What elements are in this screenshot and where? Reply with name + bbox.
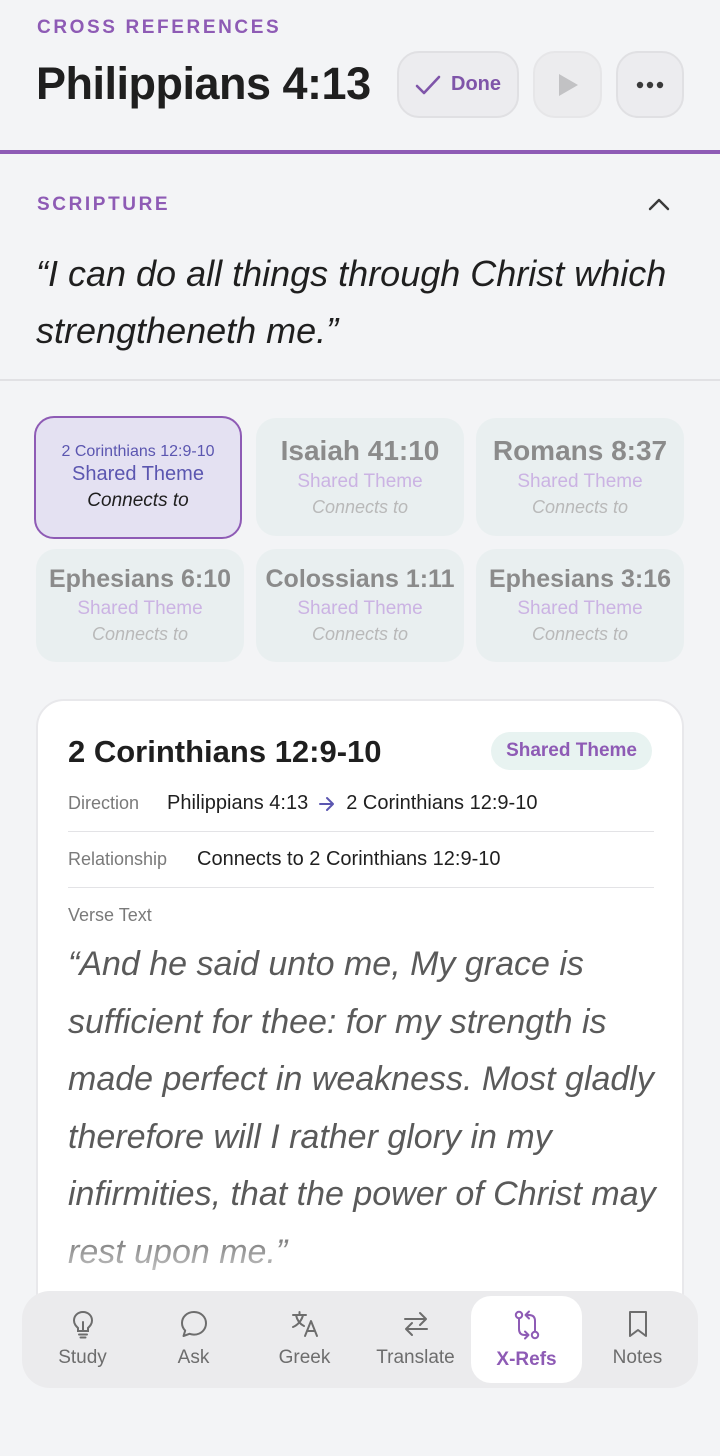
- reference-tile-ephesians-3[interactable]: Ephesians 3:16 Shared Theme Connects to: [476, 549, 684, 662]
- play-icon: [558, 73, 578, 96]
- direction-label: Direction: [68, 793, 140, 813]
- reference-tile-isaiah[interactable]: Isaiah 41:10 Shared Theme Connects to: [256, 418, 464, 536]
- row-divider: [68, 887, 654, 888]
- relationship-label: Relationship: [68, 849, 168, 869]
- reference-theme: Shared Theme: [297, 598, 423, 619]
- arrow-right-icon: [319, 796, 335, 811]
- reference-tile-ephesians-6[interactable]: Ephesians 6:10 Shared Theme Connects to: [36, 549, 244, 662]
- reference-title: 2 Corinthians 12:9-10: [61, 443, 215, 460]
- tab-ask[interactable]: Ask: [138, 1296, 249, 1383]
- tab-label: Notes: [612, 1347, 663, 1368]
- reference-theme: Shared Theme: [517, 598, 643, 619]
- done-button[interactable]: Done: [397, 51, 519, 118]
- screen-eyebrow: CROSS REFERENCES: [37, 17, 282, 38]
- reference-theme: Shared Theme: [517, 471, 643, 492]
- direction-value: Philippians 4:13 2 Corinthians 12:9-10: [167, 792, 537, 815]
- reference-theme: Shared Theme: [72, 463, 204, 485]
- tab-notes[interactable]: Notes: [582, 1296, 693, 1383]
- reference-theme: Shared Theme: [77, 598, 203, 619]
- reference-title: Ephesians 6:10: [48, 565, 232, 593]
- scripture-label: SCRIPTURE: [37, 194, 171, 215]
- reference-relation: Connects to: [311, 624, 409, 644]
- reference-relation: Connects to: [87, 490, 189, 511]
- checkmark-icon: [415, 75, 441, 94]
- more-options-button[interactable]: [616, 51, 684, 118]
- tab-label: Study: [58, 1347, 107, 1368]
- relationship-value: Connects to 2 Corinthians 12:9-10: [197, 848, 501, 870]
- cross-reference-icon: [514, 1310, 539, 1340]
- lightbulb-icon: [72, 1310, 93, 1339]
- header: CROSS REFERENCES Philippians 4:13 Done: [0, 0, 720, 155]
- chat-bubble-icon: [180, 1311, 207, 1337]
- row-divider: [68, 831, 654, 832]
- translate-icon: [291, 1311, 318, 1337]
- reference-theme: Shared Theme: [297, 471, 423, 492]
- reference-detail-card: 2 Corinthians 12:9-10 Shared Theme Direc…: [36, 699, 684, 1379]
- scripture-quote: “I can do all things through Christ whic…: [36, 253, 667, 351]
- header-accent-divider: [0, 150, 720, 154]
- reference-tile-romans[interactable]: Romans 8:37 Shared Theme Connects to: [476, 418, 684, 536]
- bookmark-icon: [628, 1311, 647, 1337]
- reference-tile-2-corinthians[interactable]: 2 Corinthians 12:9-10 Shared Theme Conne…: [34, 416, 242, 539]
- cross-references-screen: CROSS REFERENCES Philippians 4:13 Done S…: [0, 0, 720, 1456]
- reference-relation: Connects to: [311, 497, 409, 517]
- bottom-tab-bar: Study Ask Greek Translate X-Refs Notes: [22, 1291, 698, 1388]
- reference-relation: Connects to: [531, 624, 629, 644]
- tab-x-refs[interactable]: X-Refs: [471, 1296, 582, 1383]
- tab-label: Greek: [278, 1347, 331, 1368]
- play-button[interactable]: [533, 51, 602, 118]
- section-divider: [0, 379, 720, 381]
- tab-translate[interactable]: Translate: [360, 1296, 471, 1383]
- detail-title: 2 Corinthians 12:9-10: [68, 734, 382, 769]
- direction-from: Philippians 4:13: [167, 792, 309, 814]
- tab-study[interactable]: Study: [27, 1296, 138, 1383]
- ellipsis-icon: [636, 81, 664, 88]
- tab-label: X-Refs: [496, 1349, 557, 1370]
- swap-arrows-icon: [403, 1312, 428, 1336]
- reference-title: Isaiah 41:10: [280, 435, 440, 466]
- tab-label: Ask: [177, 1347, 210, 1368]
- page-title: Philippians 4:13: [36, 58, 371, 109]
- verse-text-label: Verse Text: [68, 905, 152, 925]
- reference-title: Ephesians 3:16: [488, 565, 672, 593]
- reference-relation: Connects to: [531, 497, 629, 517]
- tab-label: Translate: [376, 1347, 455, 1368]
- theme-badge: Shared Theme: [491, 732, 652, 770]
- reference-relation: Connects to: [91, 624, 189, 644]
- chevron-up-icon[interactable]: [645, 193, 673, 215]
- reference-title: Colossians 1:11: [265, 565, 455, 593]
- done-label: Done: [451, 73, 501, 95]
- tab-greek[interactable]: Greek: [249, 1296, 360, 1383]
- reference-title: Romans 8:37: [492, 435, 668, 466]
- reference-tile-colossians[interactable]: Colossians 1:11 Shared Theme Connects to: [256, 549, 464, 662]
- direction-to: 2 Corinthians 12:9-10: [346, 792, 538, 814]
